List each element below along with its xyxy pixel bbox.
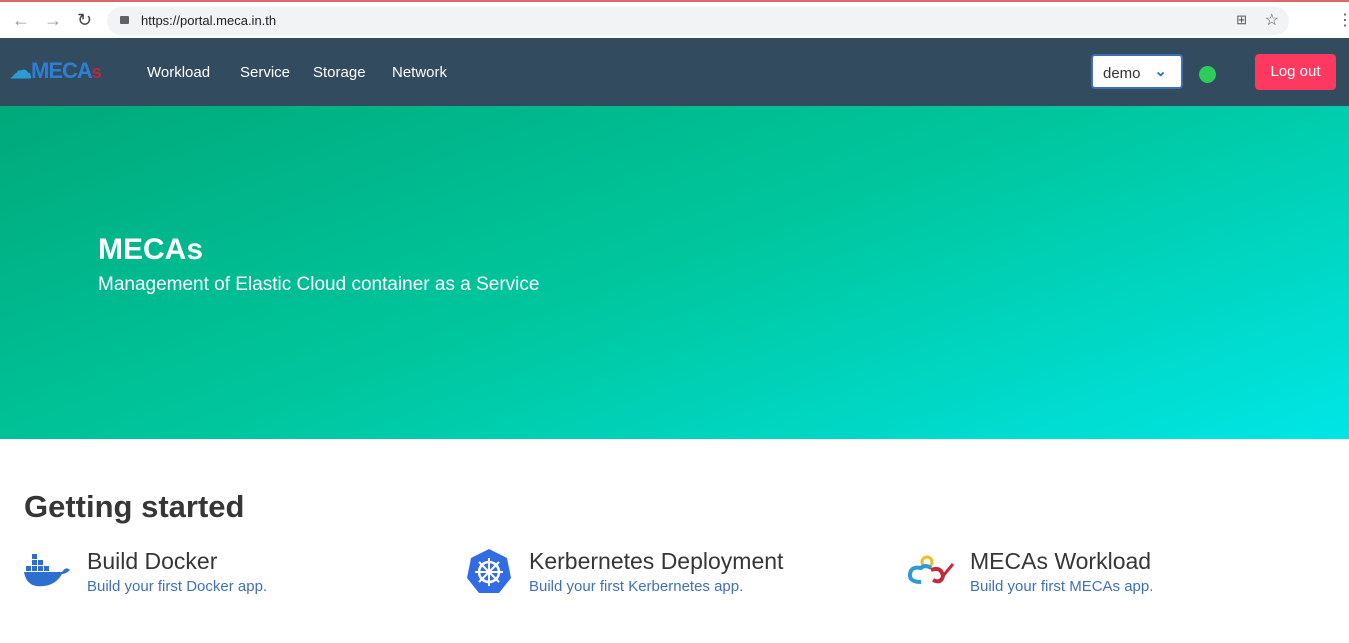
star-icon[interactable]: ☆ [1265,10,1279,30]
status-indicator [1199,66,1216,83]
card-description: Build your first Docker app. [87,578,268,595]
hero-subtitle: Management of Elastic Cloud container as… [98,274,540,295]
lock-icon [120,16,129,24]
kubernetes-icon [467,549,511,593]
translate-icon[interactable]: ⊞ [1236,12,1247,28]
nav-service[interactable]: Service [240,64,290,81]
card-description: Build your first MECAs app. [970,578,1154,595]
namespace-value: demo [1103,65,1141,82]
back-icon[interactable]: ← [12,10,30,31]
menu-icon[interactable]: ⋮ [1337,10,1349,30]
card-title: MECAs Workload [970,548,1152,574]
mecas-logo[interactable]: ☁MECAs [10,58,102,84]
navbar: ☁MECAs Workload Service Storage Network … [0,38,1349,106]
getting-started-heading: Getting started [24,489,245,524]
mecas-cloud-icon [907,555,955,584]
url-text: https://portal.meca.in.th [141,13,277,28]
nav-workload[interactable]: Workload [147,64,210,81]
namespace-select[interactable]: demo ⌄ [1091,54,1183,89]
card-title: Kerbernetes Deployment [529,548,784,574]
card-title: Build Docker [87,548,218,574]
forward-icon[interactable]: → [44,10,62,31]
logout-button[interactable]: Log out [1255,54,1336,90]
docker-icon [24,554,70,587]
hero-title: MECAs [98,233,204,266]
nav-network[interactable]: Network [392,64,447,81]
browser-chrome: ← → ↻ https://portal.meca.in.th ⊞ ☆ ⋮ [0,0,1349,38]
reload-icon[interactable]: ↻ [77,10,92,31]
address-bar[interactable]: https://portal.meca.in.th ⊞ ☆ [107,7,1289,35]
hero-banner: MECAs Management of Elastic Cloud contai… [0,106,1349,439]
nav-storage[interactable]: Storage [313,64,366,81]
card-description: Build your first Kerbernetes app. [529,578,744,595]
chevron-down-icon: ⌄ [1154,63,1167,80]
